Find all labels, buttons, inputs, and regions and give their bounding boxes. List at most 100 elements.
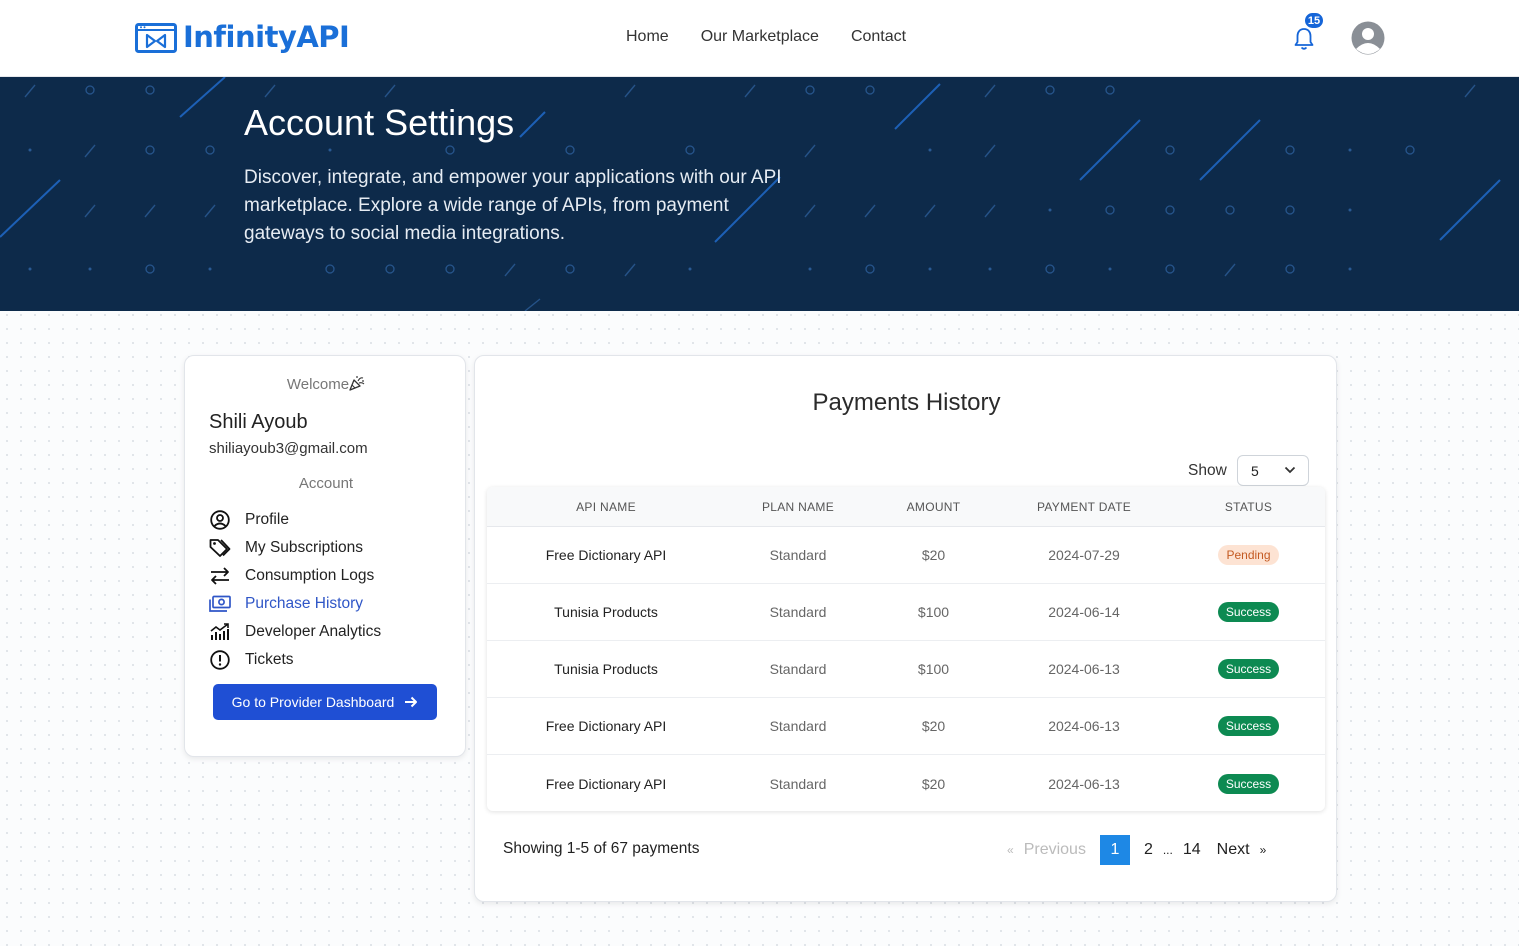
sidebar-item-tickets[interactable]: Tickets xyxy=(209,646,381,674)
sidebar-item-label: Tickets xyxy=(245,651,294,668)
column-header-amount: AMOUNT xyxy=(906,499,961,514)
status-badge: Success xyxy=(1217,659,1280,679)
next-arrow-icon: » xyxy=(1259,843,1267,857)
prev-arrow-icon: « xyxy=(1007,843,1014,857)
page-button-1[interactable]: 1 xyxy=(1099,835,1130,865)
cell-api-name: Free Dictionary API xyxy=(545,547,667,563)
status-badge: Pending xyxy=(1218,545,1279,565)
cell-api-name: Tunisia Products xyxy=(554,604,658,620)
sidebar-item-profile[interactable]: Profile xyxy=(209,506,381,534)
page-button-2[interactable]: 2 xyxy=(1144,841,1153,859)
cell-status: Pending xyxy=(1172,545,1325,565)
status-badge: Success xyxy=(1217,716,1280,736)
hero-description: Discover, integrate, and empower your ap… xyxy=(244,167,782,244)
cell-plan-name: Standard xyxy=(769,604,827,620)
account-sidebar: Welcome Shili Ayoub shiliayoub3@gmail.co… xyxy=(184,355,466,757)
column-header-api-name: API NAME xyxy=(576,499,636,514)
provider-dashboard-button[interactable]: Go to Provider Dashboard xyxy=(213,684,437,720)
payments-title: Payments History xyxy=(812,389,1001,416)
account-section-label: Account xyxy=(298,475,354,492)
arrows-exchange-icon xyxy=(209,565,231,587)
exclamation-circle-icon xyxy=(209,649,231,671)
show-label: Show xyxy=(1188,462,1227,479)
cell-api-name: Free Dictionary API xyxy=(545,718,667,734)
nav-link-marketplace[interactable]: Our Marketplace xyxy=(701,28,819,46)
cell-status: Success xyxy=(1172,716,1325,736)
cell-payment-date: 2024-06-13 xyxy=(1048,775,1120,792)
table-header: API NAME PLAN NAME AMOUNT PAYMENT DATE S… xyxy=(487,487,1325,527)
money-bill-icon xyxy=(209,593,231,615)
sidebar-item-label: Consumption Logs xyxy=(245,567,375,584)
bell-icon[interactable] xyxy=(1292,26,1316,52)
column-header-status: STATUS xyxy=(1224,499,1273,514)
sidebar-item-label: Profile xyxy=(245,511,289,528)
payments-history-card: Payments History Show 5 API NAME PLAN NA… xyxy=(474,355,1337,902)
arrow-right-icon xyxy=(405,696,418,708)
party-popper-icon xyxy=(349,376,365,391)
page-title: Account Settings xyxy=(244,102,515,143)
cell-payment-date: 2024-06-13 xyxy=(1048,661,1120,677)
cell-plan-name: Standard xyxy=(769,775,827,792)
prev-page-button[interactable]: Previous xyxy=(1024,841,1086,859)
cell-api-name: Tunisia Products xyxy=(554,661,658,677)
pagination: « Previous 1 2 ... 14 Next » xyxy=(1005,835,1268,865)
welcome-text: Welcome xyxy=(286,376,350,393)
payments-summary: Showing 1-5 of 67 payments xyxy=(503,840,700,857)
nav-link-home[interactable]: Home xyxy=(626,28,669,46)
cell-amount: $100 xyxy=(917,661,950,677)
user-email: shiliayoub3@gmail.com xyxy=(209,440,368,457)
table-row: Free Dictionary API Standard $20 2024-07… xyxy=(487,527,1325,584)
cell-amount: $20 xyxy=(921,718,946,734)
page-size-select[interactable]: 5 xyxy=(1237,455,1309,486)
cell-payment-date: 2024-06-14 xyxy=(1048,604,1120,620)
table-row: Free Dictionary API Standard $20 2024-06… xyxy=(487,755,1325,811)
page-button-14[interactable]: 14 xyxy=(1183,841,1201,859)
column-header-plan-name: PLAN NAME xyxy=(761,499,835,514)
cell-payment-date: 2024-06-13 xyxy=(1048,718,1120,734)
table-row: Tunisia Products Standard $100 2024-06-1… xyxy=(487,584,1325,641)
tags-icon xyxy=(209,537,231,559)
cell-amount: $20 xyxy=(921,547,946,563)
table-row: Free Dictionary API Standard $20 2024-06… xyxy=(487,698,1325,755)
account-menu: Profile My Subscriptions Consumption Log… xyxy=(209,506,381,674)
sidebar-item-purchase-history[interactable]: Purchase History xyxy=(209,590,381,618)
page-ellipsis: ... xyxy=(1162,843,1173,857)
table-row: Tunisia Products Standard $100 2024-06-1… xyxy=(487,641,1325,698)
hero-banner: Account Settings Discover, integrate, an… xyxy=(0,77,1519,311)
sidebar-item-label: Purchase History xyxy=(245,595,364,612)
cell-amount: $100 xyxy=(917,604,950,620)
cell-status: Success xyxy=(1172,602,1325,622)
user-circle-icon xyxy=(209,509,231,531)
provider-dashboard-label: Go to Provider Dashboard xyxy=(231,694,395,710)
sidebar-item-consumption-logs[interactable]: Consumption Logs xyxy=(209,562,381,590)
cell-payment-date: 2024-07-29 xyxy=(1048,547,1120,563)
cell-api-name: Free Dictionary API xyxy=(545,775,667,792)
top-navbar: InfinityAPI Home Our Marketplace Contact… xyxy=(0,0,1519,77)
notification-count-badge: 15 xyxy=(1304,12,1324,29)
next-page-button[interactable]: Next xyxy=(1217,841,1250,859)
nav-link-contact[interactable]: Contact xyxy=(851,28,906,46)
nav-links: Home Our Marketplace Contact xyxy=(626,28,906,46)
cell-amount: $20 xyxy=(921,775,946,792)
status-badge: Success xyxy=(1217,602,1280,622)
sidebar-item-subscriptions[interactable]: My Subscriptions xyxy=(209,534,381,562)
welcome-row: Welcome xyxy=(185,375,467,393)
chart-icon xyxy=(209,621,231,643)
user-name: Shili Ayoub xyxy=(209,411,308,433)
sidebar-item-developer-analytics[interactable]: Developer Analytics xyxy=(209,618,381,646)
cell-status: Success xyxy=(1172,659,1325,679)
brand-logo-icon xyxy=(135,23,177,53)
sidebar-item-label: Developer Analytics xyxy=(245,623,382,640)
status-badge: Success xyxy=(1217,773,1280,794)
avatar[interactable] xyxy=(1351,21,1385,55)
cell-plan-name: Standard xyxy=(769,661,827,677)
cell-status: Success xyxy=(1172,773,1325,794)
sidebar-item-label: My Subscriptions xyxy=(245,539,364,556)
page-size-value: 5 xyxy=(1251,462,1259,479)
column-header-payment-date: PAYMENT DATE xyxy=(1036,499,1132,514)
chevron-down-icon xyxy=(1284,466,1296,474)
brand[interactable]: InfinityAPI xyxy=(135,20,350,54)
payments-table: API NAME PLAN NAME AMOUNT PAYMENT DATE S… xyxy=(487,487,1325,811)
cell-plan-name: Standard xyxy=(769,718,827,734)
brand-name: InfinityAPI xyxy=(183,20,350,54)
